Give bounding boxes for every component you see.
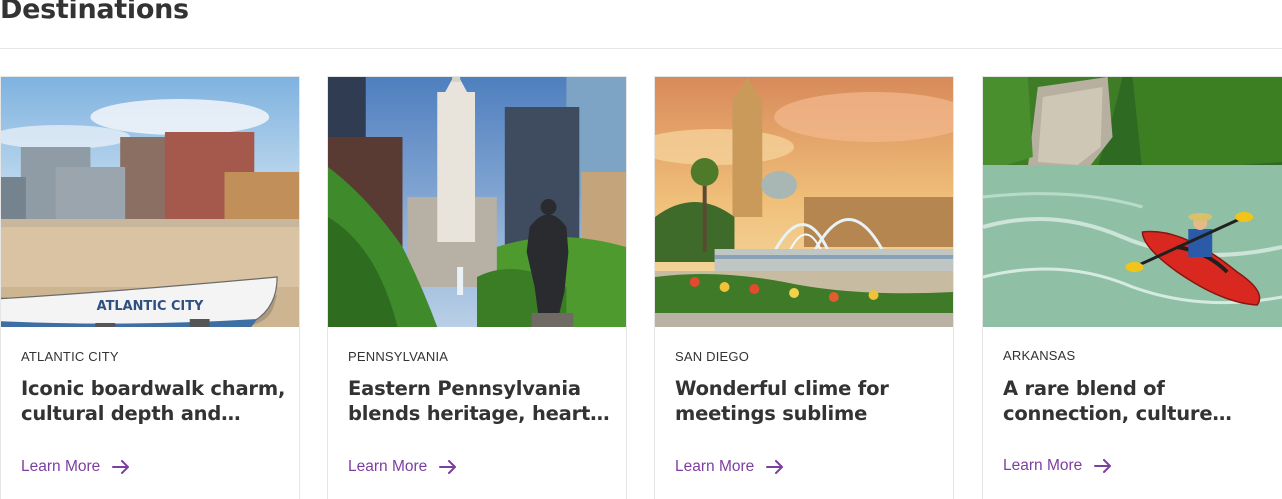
san-diego-fountain-photo[interactable]	[655, 77, 953, 327]
card-headline[interactable]: A rare blend of connection, culture and…	[1003, 376, 1271, 426]
arrow-right-icon[interactable]	[112, 460, 130, 474]
card-headline[interactable]: Iconic boardwalk charm, cultural depth a…	[21, 376, 289, 426]
card-headline[interactable]: Wonderful clime for meetings sublime	[675, 376, 943, 426]
learn-more-label[interactable]: Learn More	[675, 458, 754, 476]
destination-card-arkansas[interactable]: ARKANSAS A rare blend of connection, cul…	[982, 76, 1282, 499]
learn-more-link[interactable]: Learn More	[348, 458, 457, 476]
learn-more-label[interactable]: Learn More	[21, 458, 100, 476]
arrow-right-icon[interactable]	[439, 460, 457, 474]
arkansas-kayak-photo[interactable]	[983, 77, 1282, 327]
arrow-right-icon[interactable]	[1094, 459, 1112, 473]
card-region: ARKANSAS	[1003, 348, 1076, 363]
learn-more-label[interactable]: Learn More	[348, 458, 427, 476]
card-headline[interactable]: Eastern Pennsylvania blends heritage, he…	[348, 376, 616, 426]
philadelphia-city-hall-photo[interactable]	[328, 77, 626, 327]
card-region: SAN DIEGO	[675, 349, 750, 364]
svg-text:ATLANTIC CITY: ATLANTIC CITY	[97, 299, 204, 314]
learn-more-link[interactable]: Learn More	[675, 458, 784, 476]
destination-card-atlantic-city[interactable]: ATLANTIC CITY ATLANTIC CITY Iconic board…	[0, 76, 300, 499]
learn-more-link[interactable]: Learn More	[21, 458, 130, 476]
section-divider	[0, 48, 1282, 49]
arrow-right-icon[interactable]	[766, 460, 784, 474]
section-title: Destinations	[0, 0, 189, 25]
learn-more-label[interactable]: Learn More	[1003, 457, 1082, 475]
atlantic-city-boat-photo[interactable]: ATLANTIC CITY	[1, 77, 299, 327]
destination-card-san-diego[interactable]: SAN DIEGO Wonderful clime for meetings s…	[654, 76, 954, 499]
card-region: PENNSYLVANIA	[348, 349, 449, 364]
learn-more-link[interactable]: Learn More	[1003, 457, 1112, 475]
destination-card-pennsylvania[interactable]: PENNSYLVANIA Eastern Pennsylvania blends…	[327, 76, 627, 499]
card-region: ATLANTIC CITY	[21, 349, 119, 364]
